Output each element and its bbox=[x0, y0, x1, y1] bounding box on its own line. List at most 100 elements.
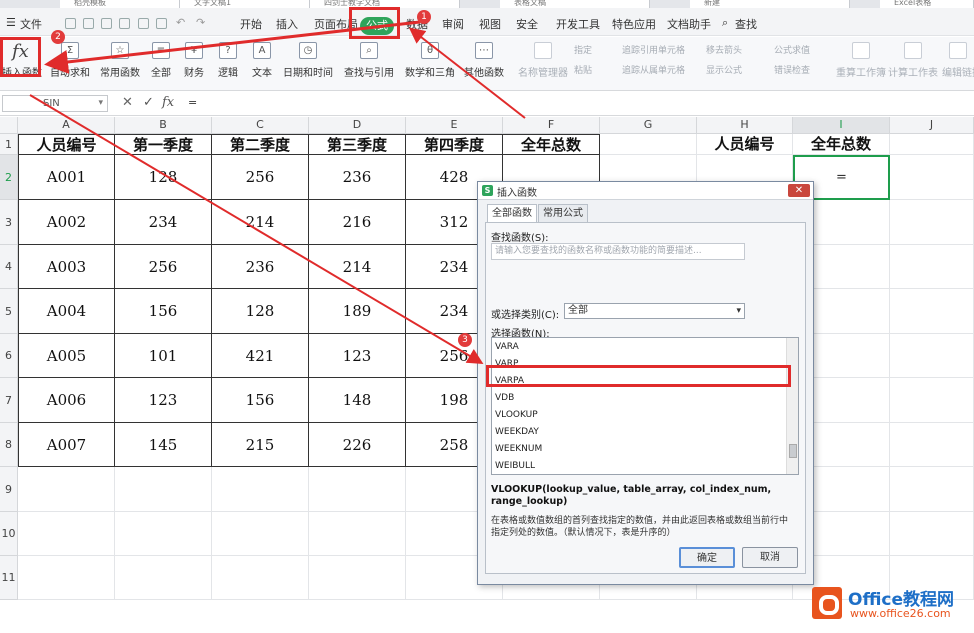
function-list-item[interactable]: WEEKDAY bbox=[495, 427, 539, 437]
function-list-item[interactable]: VDB bbox=[495, 393, 514, 403]
preview-icon[interactable] bbox=[156, 18, 167, 29]
column-header-d[interactable]: D bbox=[309, 117, 406, 134]
cancel-button[interactable]: 取消 bbox=[742, 547, 798, 568]
autosum-button[interactable]: Σ 自动求和 bbox=[46, 37, 94, 91]
table-cell[interactable]: 256 bbox=[115, 245, 212, 289]
row-header-9[interactable]: 9 bbox=[0, 467, 18, 512]
table-cell[interactable]: A001 bbox=[18, 155, 115, 200]
logic-button[interactable]: ? 逻辑 bbox=[212, 37, 244, 91]
column-header-a[interactable]: A bbox=[18, 117, 115, 134]
table-cell[interactable]: 216 bbox=[309, 200, 406, 245]
lookup-reference-button[interactable]: ⌕ 查找与引用 bbox=[340, 37, 398, 91]
confirm-icon[interactable]: ✓ bbox=[143, 95, 154, 110]
menu-insert[interactable]: 插入 bbox=[276, 16, 298, 32]
grid-cell[interactable] bbox=[18, 556, 115, 600]
math-trig-button[interactable]: θ 数学和三角 bbox=[400, 37, 460, 91]
grid-cell[interactable] bbox=[309, 467, 406, 512]
row-header-2[interactable]: 2 bbox=[0, 155, 18, 200]
doc-tab[interactable]: 表格文稿 bbox=[500, 0, 650, 8]
grid-cell[interactable] bbox=[600, 134, 697, 155]
grid-cell[interactable] bbox=[890, 200, 974, 245]
grid-cell[interactable] bbox=[212, 467, 309, 512]
menu-view[interactable]: 视图 bbox=[479, 16, 501, 32]
table-cell[interactable]: 215 bbox=[212, 423, 309, 467]
open-icon[interactable] bbox=[83, 18, 94, 29]
table-cell[interactable]: A002 bbox=[18, 200, 115, 245]
save-icon[interactable] bbox=[101, 18, 112, 29]
grid-cell[interactable] bbox=[309, 556, 406, 600]
text-button[interactable]: A 文本 bbox=[246, 37, 278, 91]
menu-dev-tools[interactable]: 开发工具 bbox=[556, 16, 600, 32]
grid-cell[interactable] bbox=[115, 467, 212, 512]
doc-tab[interactable]: Excel表格 bbox=[880, 0, 974, 8]
common-functions-button[interactable]: ☆ 常用函数 bbox=[96, 37, 144, 91]
hamburger-icon[interactable]: ☰ bbox=[6, 16, 16, 29]
grid-cell[interactable] bbox=[212, 556, 309, 600]
grid-cell[interactable] bbox=[890, 245, 974, 289]
table-cell[interactable]: A005 bbox=[18, 334, 115, 378]
grid-cell[interactable] bbox=[890, 334, 974, 378]
edit-links-button[interactable]: 编辑链接 bbox=[942, 37, 974, 91]
column-header-f[interactable]: F bbox=[503, 117, 600, 134]
row-header-7[interactable]: 7 bbox=[0, 378, 18, 423]
other-functions-button[interactable]: ⋯ 其他函数 bbox=[460, 37, 508, 91]
column-header-b[interactable]: B bbox=[115, 117, 212, 134]
table-cell[interactable]: 156 bbox=[115, 289, 212, 334]
close-button[interactable]: ✕ bbox=[788, 184, 810, 197]
row-header-8[interactable]: 8 bbox=[0, 423, 18, 467]
row-header-3[interactable]: 3 bbox=[0, 200, 18, 245]
row-header-6[interactable]: 6 bbox=[0, 334, 18, 378]
trace-dependents-button[interactable]: 追踪从属单元格 bbox=[622, 63, 685, 76]
select-all-corner[interactable] bbox=[0, 117, 18, 134]
grid-cell[interactable] bbox=[890, 467, 974, 512]
table-cell[interactable]: 123 bbox=[115, 378, 212, 423]
paste-button[interactable]: 粘贴 bbox=[574, 63, 592, 76]
grid-cell[interactable] bbox=[890, 378, 974, 423]
menu-home[interactable]: 开始 bbox=[240, 16, 262, 32]
scrollbar-thumb[interactable] bbox=[789, 444, 797, 458]
print-icon[interactable] bbox=[138, 18, 149, 29]
grid-cell[interactable] bbox=[212, 512, 309, 556]
table-cell[interactable]: 189 bbox=[309, 289, 406, 334]
scrollbar[interactable] bbox=[786, 338, 798, 474]
remove-arrows-button[interactable]: 移去箭头 bbox=[706, 43, 742, 56]
table-cell[interactable]: 101 bbox=[115, 334, 212, 378]
function-list-item[interactable]: VLOOKUP bbox=[495, 410, 538, 420]
row-header-11[interactable]: 11 bbox=[0, 556, 18, 600]
tab-common-formulas[interactable]: 常用公式 bbox=[538, 204, 588, 222]
date-time-button[interactable]: ◷ 日期和时间 bbox=[280, 37, 336, 91]
function-search-input[interactable]: 请输入您要查找的函数名称或函数功能的简要描述... bbox=[491, 243, 745, 260]
grid-cell[interactable] bbox=[115, 556, 212, 600]
table-cell[interactable]: 156 bbox=[212, 378, 309, 423]
grid-cell[interactable] bbox=[18, 467, 115, 512]
doc-tab[interactable]: 文字文稿1 bbox=[180, 0, 310, 8]
calc-sheet-button[interactable]: 计算工作表 bbox=[888, 37, 938, 91]
redo-icon[interactable]: ↷ bbox=[196, 16, 205, 29]
grid-cell[interactable] bbox=[115, 512, 212, 556]
table-cell[interactable]: 128 bbox=[212, 289, 309, 334]
formula-input[interactable]: = bbox=[188, 96, 197, 109]
name-box[interactable]: SIN bbox=[2, 95, 108, 112]
table-cell[interactable]: 148 bbox=[309, 378, 406, 423]
recalc-workbook-button[interactable]: 重算工作簿 bbox=[836, 37, 886, 91]
grid-cell[interactable] bbox=[890, 512, 974, 556]
show-formulas-button[interactable]: 显示公式 bbox=[706, 63, 742, 76]
function-list-item[interactable]: WEEKNUM bbox=[495, 444, 542, 454]
table-cell[interactable]: 128 bbox=[115, 155, 212, 200]
tab-all-functions[interactable]: 全部函数 bbox=[487, 204, 537, 223]
cancel-icon[interactable]: ✕ bbox=[122, 95, 133, 110]
table-cell[interactable]: 214 bbox=[212, 200, 309, 245]
table-cell[interactable]: 236 bbox=[212, 245, 309, 289]
ok-button[interactable]: 确定 bbox=[679, 547, 735, 568]
grid-cell[interactable] bbox=[890, 155, 974, 200]
row-header-5[interactable]: 5 bbox=[0, 289, 18, 334]
evaluate-formula-button[interactable]: 公式求值 bbox=[774, 43, 810, 56]
all-functions-button[interactable]: ≡ 全部 bbox=[146, 37, 176, 91]
finance-button[interactable]: ¥ 财务 bbox=[178, 37, 210, 91]
menu-security[interactable]: 安全 bbox=[516, 16, 538, 32]
grid-cell[interactable] bbox=[890, 289, 974, 334]
grid-cell[interactable] bbox=[890, 423, 974, 467]
grid-cell[interactable] bbox=[309, 512, 406, 556]
grid-cell[interactable] bbox=[18, 512, 115, 556]
menu-search[interactable]: 查找 bbox=[735, 16, 757, 32]
